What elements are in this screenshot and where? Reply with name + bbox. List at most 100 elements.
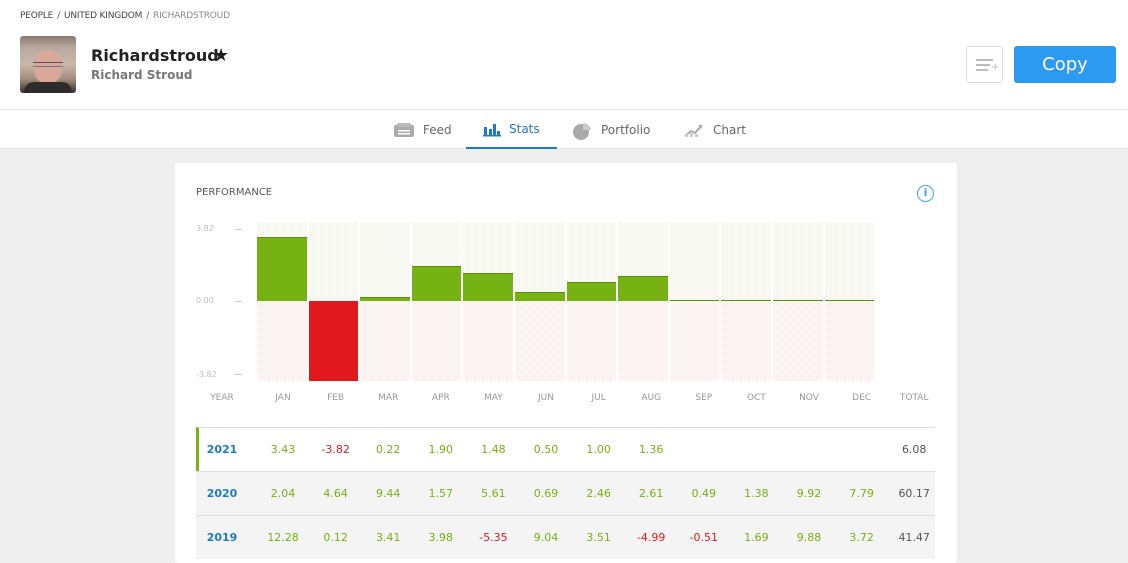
breadcrumb: PEOPLE / UNITED KINGDOM / RICHARDSTROUD <box>20 11 230 21</box>
month-value-cell: 9.92 <box>796 487 822 500</box>
performance-card: PERFORMANCE i 3.82 0.00 -3.82 YEAR JAN FEB… <box>175 163 957 563</box>
month-value-cell: 9.88 <box>796 531 822 544</box>
month-value-cell: 2.46 <box>586 487 611 500</box>
table-row[interactable]: 2019 12.28 0.12 3.41 3.98 -5.35 9.04 3.51 -4.99 -… <box>196 515 935 559</box>
profile-tabs: Feed Stats Portfolio Chart <box>0 110 1128 149</box>
total-cell: 60.17 <box>898 487 930 500</box>
full-name: Richard Stroud <box>91 68 193 82</box>
bar-feb[interactable] <box>308 301 359 381</box>
column-header-nov: NOV <box>799 393 819 403</box>
tab-stats[interactable]: Stats <box>466 110 557 149</box>
table-row[interactable]: 2020 2.04 4.64 9.44 1.57 5.61 0.69 2.46 2.61 0.49… <box>196 471 935 515</box>
bar-jun[interactable] <box>515 291 565 301</box>
year-cell[interactable]: 2021 <box>196 428 248 471</box>
tab-portfolio-label: Portfolio <box>601 122 651 137</box>
month-value-cell: 3.72 <box>849 531 874 544</box>
month-value-cell: 1.69 <box>744 531 769 544</box>
month-value-cell <box>730 428 782 471</box>
tab-feed[interactable]: Feed <box>393 110 452 149</box>
month-value-cell: 2.61 <box>638 487 664 500</box>
month-value-cell: 0.22 <box>375 443 401 456</box>
add-to-watchlist-button[interactable]: + <box>966 46 1003 83</box>
y-tick-min: -3.82 <box>196 370 217 379</box>
month-value-cell: -5.35 <box>479 531 508 544</box>
copy-button[interactable]: Copy <box>1014 46 1116 83</box>
tab-portfolio[interactable]: Portfolio <box>571 110 650 149</box>
column-header-oct: OCT <box>746 393 766 403</box>
bar-jul[interactable] <box>566 282 617 301</box>
month-value-cell: 5.61 <box>481 487 506 500</box>
breadcrumb-separator: / <box>146 11 150 21</box>
month-value-cell: 0.12 <box>323 531 348 544</box>
column-header-sep: SEP <box>695 393 713 403</box>
column-background-negative <box>773 301 823 381</box>
column-background-positive <box>773 222 823 301</box>
column-header-jun: JUN <box>538 393 554 403</box>
bar-dec[interactable] <box>824 300 875 301</box>
column-background-positive <box>824 222 875 301</box>
column-background-negative <box>669 301 720 381</box>
month-value-cell: 3.98 <box>428 531 454 544</box>
column-background-negative <box>566 301 617 381</box>
username: Richardstroud <box>91 46 219 65</box>
column-background-negative <box>360 301 410 381</box>
total-cell: 6.08 <box>901 443 927 456</box>
star-icon[interactable]: ★ <box>213 45 229 66</box>
month-value-cell: 1.48 <box>481 443 506 456</box>
performance-table-header: YEAR JAN FEB MAR APR MAY JUN JUL AUG SEP OCT NOV DEC… <box>196 393 936 413</box>
month-value-cell: 9.04 <box>533 531 559 544</box>
month-value-cell: 7.79 <box>849 487 874 500</box>
column-background-positive <box>515 222 565 301</box>
column-header-apr: APR <box>431 393 450 403</box>
column-header-dec: DEC <box>852 393 872 403</box>
table-row[interactable]: 2021 3.43 -3.82 0.22 1.90 1.48 0.50 1.00 1.36 6.0… <box>196 427 935 471</box>
bar-chart-icon <box>483 121 501 137</box>
month-value-cell: 3.43 <box>270 443 296 456</box>
bar-jan[interactable] <box>257 237 307 301</box>
month-value-cell: 4.64 <box>323 487 348 500</box>
column-header-total: TOTAL <box>899 393 929 403</box>
month-value-cell <box>836 428 888 471</box>
column-background-positive <box>360 222 410 301</box>
year-cell[interactable]: 2019 <box>196 516 248 559</box>
month-value-cell: 1.57 <box>428 487 454 500</box>
breadcrumb-separator: / <box>57 11 60 21</box>
month-value-cell: 3.51 <box>586 531 611 544</box>
bar-nov[interactable] <box>773 300 823 301</box>
y-tick-max: 3.82 <box>196 224 214 233</box>
month-value-cell: 1.90 <box>428 443 454 456</box>
bar-aug[interactable] <box>618 275 668 301</box>
month-value-cell: 0.50 <box>533 443 559 456</box>
column-header-may: MAY <box>484 393 503 403</box>
column-header-mar: MAR <box>378 393 399 403</box>
breadcrumb-people[interactable]: PEOPLE <box>20 11 53 21</box>
column-background-negative <box>618 301 668 381</box>
month-value-cell: 0.49 <box>691 487 717 500</box>
tab-feed-label: Feed <box>423 122 452 137</box>
month-value-cell: -3.82 <box>321 443 350 456</box>
column-header-aug: AUG <box>641 393 662 403</box>
month-value-cell: 1.00 <box>586 443 611 456</box>
avatar <box>20 36 76 93</box>
info-icon[interactable]: i <box>917 185 934 202</box>
breadcrumb-country[interactable]: UNITED KINGDOM <box>64 11 142 21</box>
bar-sep[interactable] <box>669 300 720 301</box>
column-background-negative <box>411 301 462 381</box>
column-header-feb: FEB <box>327 393 345 403</box>
month-value-cell: 12.28 <box>267 531 299 544</box>
column-background-negative <box>824 301 875 381</box>
bar-mar[interactable] <box>360 296 410 301</box>
column-background-negative <box>515 301 565 381</box>
bar-apr[interactable] <box>411 265 462 301</box>
year-cell[interactable]: 2020 <box>196 472 248 515</box>
performance-title: PERFORMANCE <box>196 187 273 198</box>
month-value-cell <box>678 428 730 471</box>
month-value-cell: 9.44 <box>375 487 401 500</box>
column-background-negative <box>257 301 307 381</box>
bar-oct[interactable] <box>721 300 771 301</box>
tab-chart[interactable]: Chart <box>683 110 746 149</box>
month-value-cell: 3.41 <box>375 531 401 544</box>
bar-may[interactable] <box>463 273 513 301</box>
column-header-jan: JAN <box>275 393 291 403</box>
breadcrumb-current: RICHARDSTROUD <box>153 11 230 21</box>
